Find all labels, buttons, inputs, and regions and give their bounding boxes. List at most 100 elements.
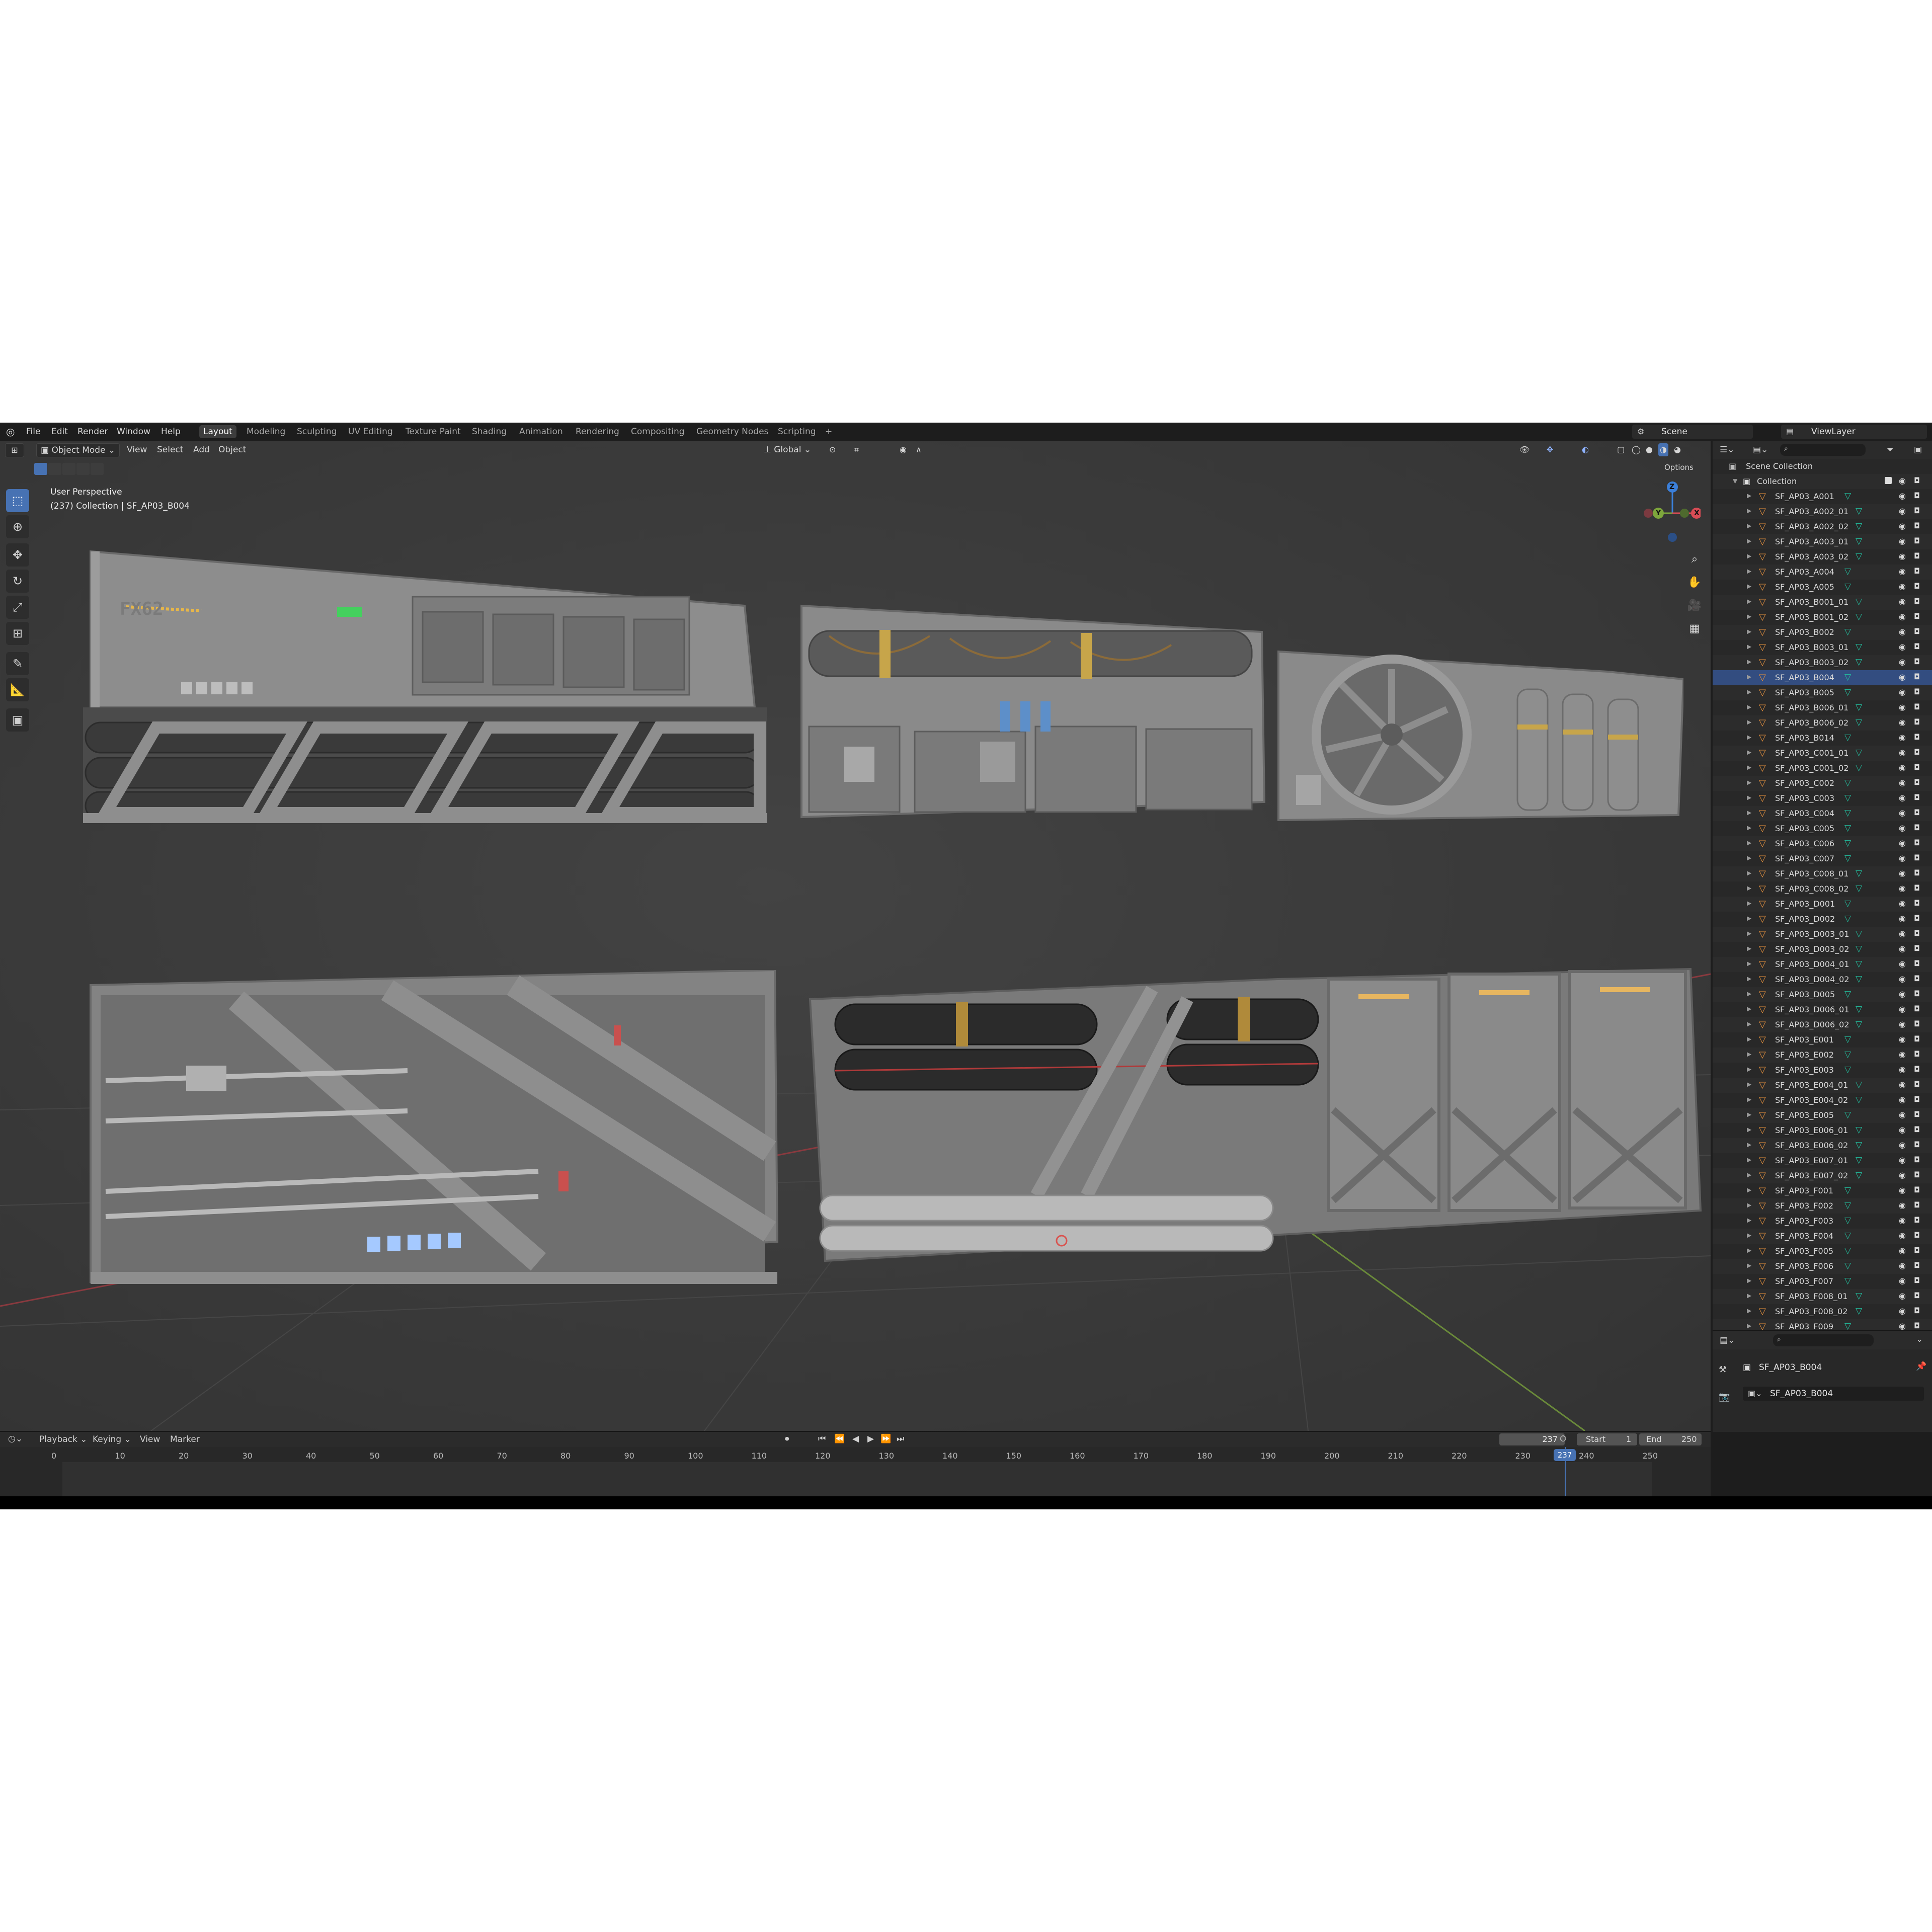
eye-icon[interactable]: ◉ — [1899, 974, 1906, 984]
eye-icon[interactable]: ◉ — [1899, 1155, 1906, 1165]
expand-triangle-icon[interactable]: ▶ — [1747, 794, 1751, 801]
play-reverse-icon[interactable]: ◀ — [852, 1434, 859, 1444]
expand-triangle-icon[interactable]: ▶ — [1747, 809, 1751, 816]
mesh-data-icon[interactable]: ▽ — [1844, 567, 1851, 577]
transform-tool[interactable]: ⊞ — [6, 622, 29, 645]
eye-icon[interactable]: ◉ — [1899, 853, 1906, 863]
outliner-item[interactable]: ▶ ▽ SF_AP03_F001 ▽ ◉ ◘ — [1713, 1183, 1932, 1198]
mesh-data-icon[interactable]: ▽ — [1844, 899, 1851, 909]
expand-triangle-icon[interactable]: ▶ — [1747, 749, 1751, 756]
expand-triangle-icon[interactable]: ▶ — [1747, 703, 1751, 710]
expand-triangle-icon[interactable]: ▶ — [1747, 718, 1751, 726]
eye-icon[interactable]: ◉ — [1899, 914, 1906, 923]
eye-icon[interactable]: ◉ — [1899, 1231, 1906, 1240]
mesh-data-icon[interactable]: ▽ — [1856, 551, 1862, 561]
mesh-data-icon[interactable]: ▽ — [1856, 1019, 1862, 1029]
camera-icon[interactable]: ◘ — [1914, 702, 1920, 711]
camera-icon[interactable]: ◘ — [1914, 536, 1920, 545]
outliner-item[interactable]: ▶ ▽ SF_AP03_F008_01 ▽ ◉ ◘ — [1713, 1289, 1932, 1304]
mesh-data-icon[interactable]: ▽ — [1844, 582, 1851, 592]
outliner-item[interactable]: ▶ ▽ SF_AP03_E007_02 ▽ ◉ ◘ — [1713, 1168, 1932, 1183]
camera-icon[interactable]: ◘ — [1914, 506, 1920, 515]
camera-icon[interactable]: ◘ — [1914, 672, 1920, 681]
expand-triangle-icon[interactable]: ▶ — [1747, 1051, 1751, 1058]
mesh-data-icon[interactable]: ▽ — [1856, 883, 1862, 894]
eye-icon[interactable]: ◉ — [1899, 476, 1906, 486]
start-frame-field[interactable]: Start 1 — [1577, 1433, 1637, 1445]
camera-icon[interactable]: ◘ — [1914, 1216, 1920, 1225]
eye-icon[interactable]: ◉ — [1899, 733, 1906, 742]
camera-icon[interactable]: ◘ — [1914, 733, 1920, 742]
expand-triangle-icon[interactable]: ▼ — [1733, 477, 1737, 485]
expand-triangle-icon[interactable]: ▶ — [1747, 839, 1751, 846]
expand-triangle-icon[interactable]: ▶ — [1747, 945, 1751, 952]
outliner-item[interactable]: ▶ ▽ SF_AP03_C003 ▽ ◉ ◘ — [1713, 791, 1932, 806]
mesh-data-icon[interactable]: ▽ — [1856, 612, 1862, 622]
model-panel-c[interactable] — [1276, 649, 1683, 823]
gizmo-toggle-icon[interactable]: ✥ — [1543, 443, 1557, 456]
camera-icon[interactable]: ◘ — [1914, 763, 1920, 772]
tab-texture-paint[interactable]: Texture Paint — [401, 425, 465, 438]
mesh-data-icon[interactable]: ▽ — [1844, 778, 1851, 788]
collection-row[interactable]: ▼ ▣ Collection ◉ ◘ — [1713, 474, 1932, 489]
camera-icon[interactable]: ◘ — [1914, 1004, 1920, 1013]
expand-triangle-icon[interactable]: ▶ — [1747, 824, 1751, 831]
expand-triangle-icon[interactable]: ▶ — [1747, 658, 1751, 665]
camera-icon[interactable]: ◘ — [1914, 476, 1920, 485]
mesh-data-icon[interactable]: ▽ — [1844, 1246, 1851, 1256]
eye-icon[interactable]: ◉ — [1899, 1065, 1906, 1074]
outliner-search-input[interactable]: ⌕ — [1780, 444, 1866, 456]
shading-rendered-icon[interactable]: ◕ — [1672, 443, 1682, 456]
eye-icon[interactable]: ◉ — [1899, 597, 1906, 606]
eye-icon[interactable]: ◉ — [1899, 582, 1906, 591]
select-intersect-icon[interactable] — [91, 463, 104, 475]
expand-triangle-icon[interactable]: ▶ — [1747, 643, 1751, 650]
timeline-editor-icon[interactable]: ◷⌄ — [8, 1434, 23, 1444]
chevron-down-icon[interactable]: ⌄ — [1916, 1334, 1923, 1344]
model-panel-e[interactable] — [805, 959, 1704, 1271]
mesh-data-icon[interactable]: ▽ — [1856, 868, 1862, 878]
options-dropdown[interactable]: Options — [1660, 461, 1698, 474]
camera-view-icon[interactable]: 🎥 — [1684, 596, 1705, 616]
object-datablock-field[interactable]: ▣⌄ SF_AP03_B004 — [1743, 1387, 1924, 1401]
display-mode-icon[interactable]: ▤⌄ — [1753, 445, 1768, 455]
expand-triangle-icon[interactable]: ▶ — [1747, 568, 1751, 575]
eye-icon[interactable]: ◉ — [1899, 687, 1906, 697]
expand-triangle-icon[interactable]: ▶ — [1747, 1277, 1751, 1284]
play-icon[interactable]: ▶ — [867, 1434, 874, 1444]
outliner-item[interactable]: ▶ ▽ SF_AP03_D006_02 ▽ ◉ ◘ — [1713, 1017, 1932, 1032]
expand-triangle-icon[interactable]: ▶ — [1747, 1217, 1751, 1224]
expand-triangle-icon[interactable]: ▶ — [1747, 930, 1751, 937]
annotate-tool[interactable]: ✎ — [6, 652, 29, 675]
record-icon[interactable]: ⏺ — [785, 1434, 789, 1444]
camera-icon[interactable]: ◘ — [1914, 1321, 1920, 1330]
mesh-data-icon[interactable]: ▽ — [1856, 1140, 1862, 1150]
camera-icon[interactable]: ◘ — [1914, 748, 1920, 757]
mesh-data-icon[interactable]: ▽ — [1856, 1125, 1862, 1135]
mesh-data-icon[interactable]: ▽ — [1844, 627, 1851, 637]
menu-playback[interactable]: Playback ⌄ — [39, 1434, 88, 1444]
eye-icon[interactable]: ◉ — [1899, 1170, 1906, 1180]
outliner-item[interactable]: ▶ ▽ SF_AP03_D001 ▽ ◉ ◘ — [1713, 897, 1932, 912]
expand-triangle-icon[interactable]: ▶ — [1747, 583, 1751, 590]
expand-triangle-icon[interactable]: ▶ — [1747, 1035, 1751, 1042]
expand-triangle-icon[interactable]: ▶ — [1747, 915, 1751, 922]
camera-icon[interactable]: ◘ — [1914, 1034, 1920, 1043]
outliner-item[interactable]: ▶ ▽ SF_AP03_F006 ▽ ◉ ◘ — [1713, 1259, 1932, 1274]
mesh-data-icon[interactable]: ▽ — [1856, 717, 1862, 728]
end-frame-field[interactable]: End 250 — [1639, 1433, 1702, 1445]
outliner-item[interactable]: ▶ ▽ SF_AP03_A001 ▽ ◉ ◘ — [1713, 489, 1932, 504]
outliner-item[interactable]: ▶ ▽ SF_AP03_D003_01 ▽ ◉ ◘ — [1713, 927, 1932, 942]
camera-icon[interactable]: ◘ — [1914, 929, 1920, 938]
eye-icon[interactable]: ◉ — [1899, 1125, 1906, 1135]
camera-icon[interactable]: ◘ — [1914, 1080, 1920, 1089]
tab-rendering[interactable]: Rendering — [572, 425, 623, 438]
camera-icon[interactable]: ◘ — [1914, 491, 1920, 500]
mesh-data-icon[interactable]: ▽ — [1844, 853, 1851, 863]
mesh-data-icon[interactable]: ▽ — [1844, 1276, 1851, 1286]
tab-sculpting[interactable]: Sculpting — [293, 425, 341, 438]
new-collection-icon[interactable]: ▣ — [1914, 445, 1922, 455]
eye-icon[interactable]: ◉ — [1899, 883, 1906, 893]
outliner-item[interactable]: ▶ ▽ SF_AP03_A002_02 ▽ ◉ ◘ — [1713, 519, 1932, 534]
camera-icon[interactable]: ◘ — [1914, 974, 1920, 983]
